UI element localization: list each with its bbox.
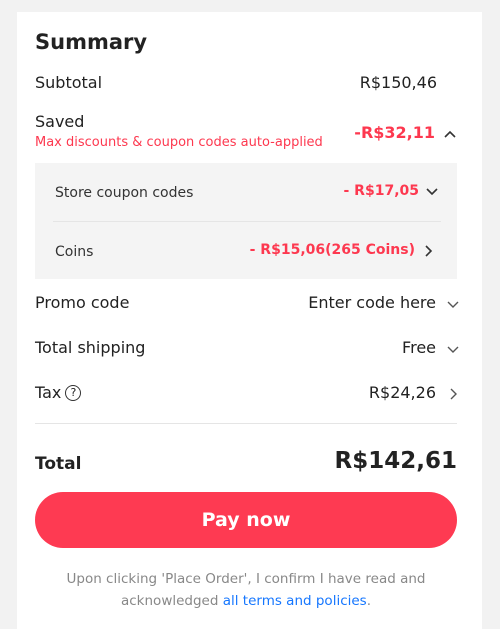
total-divider	[35, 423, 457, 424]
shipping-label: Total shipping	[35, 338, 146, 357]
coins-toggle[interactable]: - R$15,06(265 Coins)	[250, 242, 435, 258]
chevron-down-icon	[446, 341, 460, 355]
saved-toggle[interactable]: -R$32,11	[354, 123, 457, 142]
terms-disclaimer: Upon clicking 'Place Order', I confirm I…	[47, 568, 445, 612]
savings-details-panel: Store coupon codes - R$17,05 Coins - R$1…	[35, 163, 457, 279]
total-label: Total	[35, 454, 82, 474]
savings-divider	[53, 221, 441, 222]
coins-label: Coins	[55, 244, 94, 260]
promo-code-field[interactable]: Enter code here	[308, 293, 460, 312]
tax-label: Tax	[35, 383, 62, 402]
tax-row-label: Tax ?	[35, 383, 82, 402]
promo-code-label: Promo code	[35, 293, 130, 312]
chevron-down-icon	[425, 184, 439, 198]
coins-value: - R$15,06(265 Coins)	[249, 242, 415, 258]
store-coupon-label: Store coupon codes	[55, 185, 194, 201]
order-summary-card: Summary Subtotal R$150,46 Saved Max disc…	[17, 12, 482, 629]
pay-now-button[interactable]: Pay now	[35, 492, 457, 548]
store-coupon-toggle[interactable]: - R$17,05	[344, 183, 440, 199]
summary-title: Summary	[35, 30, 148, 54]
store-coupon-value: - R$17,05	[343, 183, 420, 199]
terms-link[interactable]: all terms and policies	[223, 593, 367, 609]
promo-code-placeholder: Enter code here	[308, 293, 436, 312]
chevron-up-icon	[443, 126, 457, 140]
saved-label: Saved	[35, 112, 85, 131]
chevron-down-icon	[446, 296, 460, 310]
tax-value: R$24,26	[368, 383, 436, 402]
shipping-value: Free	[402, 338, 436, 357]
saved-note: Max discounts & coupon codes auto-applie…	[35, 135, 323, 150]
chevron-right-icon	[446, 386, 460, 400]
chevron-right-icon	[421, 243, 435, 257]
subtotal-label: Subtotal	[35, 73, 103, 92]
shipping-toggle[interactable]: Free	[402, 338, 460, 357]
disclaimer-end: .	[366, 593, 372, 609]
saved-value: -R$32,11	[354, 123, 435, 142]
subtotal-value: R$150,46	[359, 73, 437, 92]
total-value: R$142,61	[334, 448, 457, 474]
help-icon[interactable]: ?	[65, 384, 82, 401]
tax-toggle[interactable]: R$24,26	[369, 383, 460, 402]
